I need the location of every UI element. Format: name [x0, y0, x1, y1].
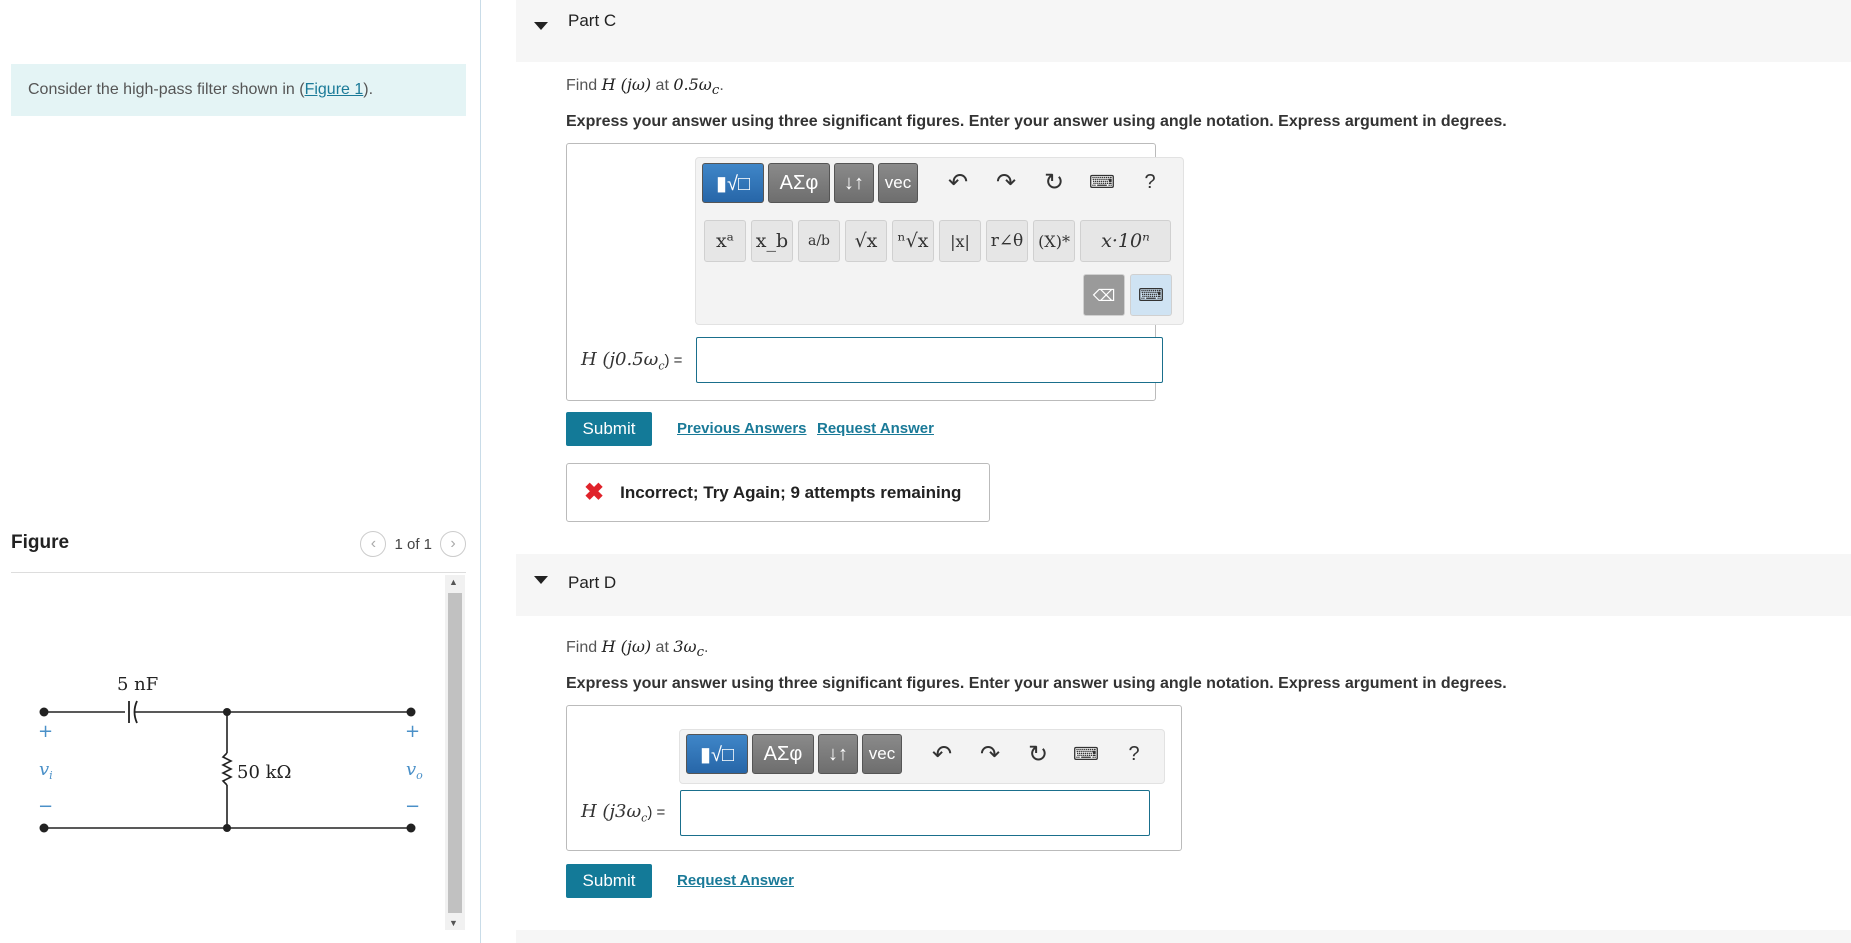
part-d-answer-box: ▮√□ ΑΣφ ↓↑ vec ↶ ↷ ↻ ⌨ ? H (j3ωc) =	[566, 705, 1182, 851]
vi-label: vi	[39, 759, 53, 782]
templates-button[interactable]: ▮√□	[686, 734, 748, 774]
part-d-title: Part D	[568, 573, 617, 592]
intro-text-prefix: Consider the high-pass filter shown in (	[28, 81, 305, 98]
part-c-answer-box: ▮√□ ΑΣφ ↓↑ vec ↶ ↷ ↻ ⌨ ? xᵃ x_b a/b √x ⁿ…	[566, 143, 1184, 401]
conjugate-key[interactable]: (X)*	[1033, 220, 1075, 262]
redo-icon[interactable]: ↷	[990, 166, 1022, 198]
part-d-equation-label: H (j3ωc) =	[581, 801, 666, 825]
help-button[interactable]: ?	[1134, 166, 1166, 198]
scroll-up-icon[interactable]: ▲	[449, 577, 458, 587]
backspace-icon[interactable]: ⌫	[1083, 274, 1125, 316]
capacitor-label: 5 nF	[117, 674, 158, 695]
math-toolbar: ▮√□ ΑΣφ ↓↑ vec ↶ ↷ ↻ ⌨ ? xᵃ x_b a/b √x ⁿ…	[695, 157, 1184, 325]
resistor-zigzag	[221, 752, 233, 786]
arrows-button[interactable]: ↓↑	[818, 734, 858, 774]
part-c-answer-input[interactable]	[696, 337, 1163, 383]
templates-button[interactable]: ▮√□	[702, 163, 764, 203]
show-keyboard-icon[interactable]: ⌨	[1130, 274, 1172, 316]
vo-minus: −	[405, 796, 420, 817]
vo-plus: +	[405, 721, 420, 742]
arrows-button[interactable]: ↓↑	[834, 163, 874, 203]
resistor-label: 50 kΩ	[237, 762, 291, 783]
prev-figure-button[interactable]: ‹	[360, 531, 387, 557]
chevron-right-icon: ›	[450, 535, 456, 552]
part-c-title: Part C	[568, 11, 617, 30]
greek-button[interactable]: ΑΣφ	[768, 163, 830, 203]
part-d-request-answer-link[interactable]: Request Answer	[677, 872, 794, 889]
fraction-key[interactable]: a/b	[798, 220, 840, 262]
part-c-request-answer-link[interactable]: Request Answer	[817, 420, 934, 437]
undo-icon[interactable]: ↶	[942, 166, 974, 198]
reset-icon[interactable]: ↻	[1038, 166, 1070, 198]
circuit-diagram: 5 nF 50 kΩ + vi − + vo −	[38, 674, 423, 833]
left-pane: Consider the high-pass filter shown in (…	[0, 0, 481, 943]
vi-minus: −	[38, 796, 53, 817]
nthroot-key[interactable]: ⁿ√x	[892, 220, 934, 262]
feedback-text: Incorrect; Try Again; 9 attempts remaini…	[620, 482, 962, 502]
sqrt-key[interactable]: √x	[845, 220, 887, 262]
scrollbar-thumb[interactable]	[448, 593, 462, 913]
figure-link[interactable]: Figure 1	[305, 81, 364, 99]
collapse-triangle-icon[interactable]	[534, 22, 548, 30]
part-c-feedback: ✖ Incorrect; Try Again; 9 attempts remai…	[566, 463, 990, 522]
part-c-instructions: Express your answer using three signific…	[566, 113, 1507, 130]
vi-plus: +	[38, 721, 53, 742]
next-figure-button[interactable]: ›	[440, 531, 466, 557]
figure-image: 5 nF 50 kΩ + vi − + vo −	[11, 575, 466, 935]
math-toolbar-d: ▮√□ ΑΣφ ↓↑ vec ↶ ↷ ↻ ⌨ ?	[679, 729, 1165, 784]
part-c-equation-label: H (j0.5ωc) =	[581, 349, 683, 373]
superscript-key[interactable]: xᵃ	[704, 220, 746, 262]
chevron-left-icon: ‹	[370, 535, 377, 552]
keyboard-icon[interactable]: ⌨	[1070, 738, 1102, 770]
greek-button[interactable]: ΑΣφ	[752, 734, 814, 774]
figure-title: Figure	[11, 532, 70, 553]
next-part-header	[516, 930, 1851, 943]
previous-answers-link[interactable]: Previous Answers	[677, 420, 807, 437]
sci-notation-key[interactable]: x·10ⁿ	[1080, 220, 1171, 262]
help-button[interactable]: ?	[1118, 738, 1150, 770]
intro-text-suffix: ).	[363, 81, 374, 98]
part-c-submit-button[interactable]: Submit	[566, 412, 652, 446]
part-d-answer-input[interactable]	[680, 790, 1150, 836]
part-d-question: Find H (jω) at 3ωc.	[566, 637, 709, 661]
redo-icon[interactable]: ↷	[974, 738, 1006, 770]
scroll-down-icon[interactable]: ▼	[449, 918, 458, 928]
subscript-key[interactable]: x_b	[751, 220, 793, 262]
incorrect-x-icon: ✖	[584, 479, 605, 506]
keyboard-icon[interactable]: ⌨	[1086, 166, 1118, 198]
part-d-header[interactable]: Part D	[516, 554, 1851, 616]
part-c-question: Find H (jω) at 0.5ωc.	[566, 75, 724, 99]
problem-intro: Consider the high-pass filter shown in (…	[11, 64, 466, 116]
part-d-submit-button[interactable]: Submit	[566, 864, 652, 898]
figure-pager: ‹ 1 of 1 ›	[360, 531, 466, 557]
part-c-header[interactable]: Part C	[516, 0, 1851, 62]
angle-key[interactable]: r∠θ	[986, 220, 1028, 262]
undo-icon[interactable]: ↶	[926, 738, 958, 770]
vec-button[interactable]: vec	[862, 734, 902, 774]
figure-scrollbar[interactable]: ▲ ▼	[445, 575, 465, 930]
reset-icon[interactable]: ↻	[1022, 738, 1054, 770]
vo-label: vo	[406, 759, 423, 782]
pager-count: 1 of 1	[394, 535, 432, 553]
right-pane: Part C Find H (jω) at 0.5ωc. Express you…	[516, 0, 1851, 943]
figure-header: Figure ‹ 1 of 1 ›	[11, 528, 466, 573]
abs-key[interactable]: |x|	[939, 220, 981, 262]
part-d-instructions: Express your answer using three signific…	[566, 675, 1507, 692]
vec-button[interactable]: vec	[878, 163, 918, 203]
collapse-triangle-icon[interactable]	[534, 576, 548, 584]
